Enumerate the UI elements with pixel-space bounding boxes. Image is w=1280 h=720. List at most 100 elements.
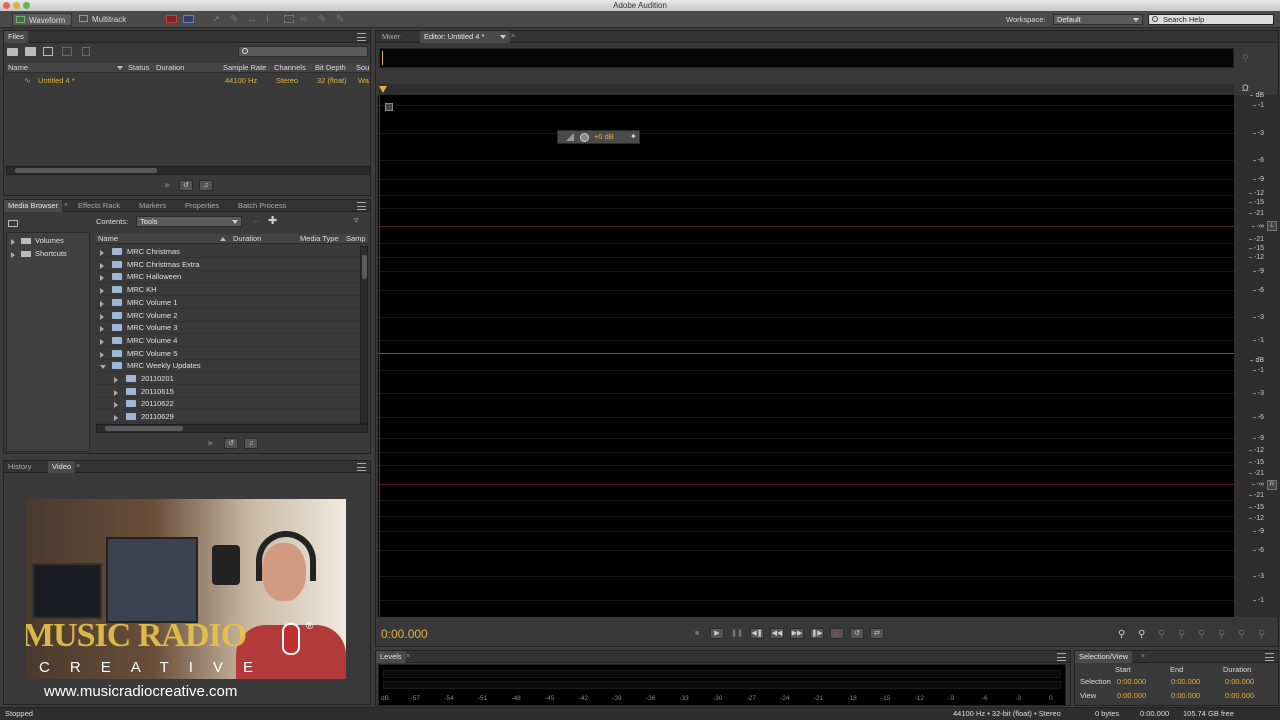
play-preview-button[interactable]: ▶: [161, 180, 175, 191]
folder-row[interactable]: MRC Volume 3: [96, 322, 360, 335]
folder-row[interactable]: 20110622: [96, 398, 360, 411]
current-time-display[interactable]: 0:00.000: [381, 627, 428, 641]
close-tab-icon[interactable]: ×: [511, 33, 515, 40]
selection-duration-field[interactable]: 0:00.000: [1225, 677, 1254, 686]
folder-row[interactable]: 20110615: [96, 386, 360, 398]
tab-selection-view[interactable]: Selection/View: [1075, 651, 1133, 663]
folder-row[interactable]: 20110629: [96, 411, 360, 424]
scroll-thumb[interactable]: [105, 426, 183, 431]
close-tab-icon[interactable]: ×: [1141, 653, 1145, 660]
column-media-type[interactable]: Media Type: [300, 234, 339, 243]
tab-files[interactable]: Files: [4, 31, 28, 43]
razor-tool-icon[interactable]: ✎: [230, 14, 238, 25]
chevron-down-icon[interactable]: [500, 35, 506, 39]
column-bit-depth[interactable]: Bit Depth: [315, 63, 346, 72]
close-tab-icon[interactable]: ×: [406, 653, 410, 660]
overview-bar[interactable]: [379, 48, 1234, 68]
view-duration-field[interactable]: 0:00.000: [1225, 691, 1254, 700]
tab-media-browser[interactable]: Media Browser: [4, 200, 63, 212]
shortcuts-toggle-icon[interactable]: [8, 220, 18, 227]
expand-arrow-icon[interactable]: [114, 389, 118, 396]
view-start-field[interactable]: 0:00.000: [1117, 691, 1146, 700]
column-sample-rate[interactable]: Samp: [346, 234, 366, 243]
tree-item-volumes[interactable]: Volumes: [7, 235, 91, 247]
folder-row[interactable]: MRC Halloween: [96, 271, 360, 284]
expand-arrow-icon[interactable]: [11, 239, 15, 245]
rewind-button[interactable]: ◀◀: [770, 628, 784, 639]
files-horizontal-scrollbar[interactable]: [6, 166, 370, 175]
move-tool-icon[interactable]: ➚: [212, 14, 220, 25]
folder-row[interactable]: MRC Christmas Extra: [96, 259, 360, 271]
zoom-out-time-icon[interactable]: ⚲: [1178, 629, 1185, 640]
workspace-select[interactable]: Default: [1053, 14, 1143, 25]
column-channels[interactable]: Channels: [274, 63, 306, 72]
waveform-display[interactable]: +0 dB ✦: [378, 95, 1234, 617]
expand-arrow-icon[interactable]: [100, 262, 104, 269]
expand-arrow-icon[interactable]: [11, 252, 15, 258]
play-button[interactable]: ▶: [710, 628, 724, 639]
go-to-end-button[interactable]: ❚▶: [810, 628, 824, 639]
back-arrow-icon[interactable]: ←: [252, 215, 261, 225]
contents-select[interactable]: Tools: [136, 216, 242, 227]
column-name[interactable]: Name: [98, 234, 118, 243]
tab-properties[interactable]: Properties: [181, 200, 223, 212]
loop-playback-button[interactable]: ↺: [850, 628, 864, 639]
column-name[interactable]: Name: [8, 63, 28, 72]
close-window-button[interactable]: [3, 2, 10, 9]
search-help-input[interactable]: Search Help: [1148, 14, 1274, 25]
channel-left-badge[interactable]: L: [1267, 221, 1277, 231]
column-sample-rate[interactable]: Sample Rate: [223, 63, 266, 72]
tab-batch-process[interactable]: Batch Process: [234, 200, 290, 212]
gain-hud[interactable]: +0 dB ✦: [557, 130, 640, 144]
play-preview-button[interactable]: ▶: [204, 438, 218, 449]
column-status[interactable]: Status: [128, 63, 149, 72]
channel-right-badge[interactable]: R: [1267, 480, 1277, 490]
delete-file-icon[interactable]: [82, 47, 90, 56]
loop-preview-button[interactable]: ↺: [224, 438, 238, 449]
panel-menu-icon[interactable]: [357, 33, 366, 41]
multitrack-view-button[interactable]: Multitrack: [76, 13, 134, 26]
gain-knob-icon[interactable]: [580, 133, 589, 142]
tab-history[interactable]: History: [4, 461, 35, 473]
autoplay-button[interactable]: ♫: [199, 180, 213, 191]
folder-row[interactable]: 20110201: [96, 373, 360, 385]
selection-start-field[interactable]: 0:00.000: [1117, 677, 1146, 686]
zoom-out-point-icon[interactable]: ⚲: [1238, 629, 1245, 640]
insert-into-multitrack-icon[interactable]: [43, 47, 53, 56]
time-selection-tool-icon[interactable]: I: [266, 14, 269, 25]
folder-row[interactable]: MRC Volume 1: [96, 297, 360, 309]
add-shortcut-icon[interactable]: ✚: [268, 214, 277, 227]
media-horizontal-scrollbar[interactable]: [96, 424, 368, 433]
fast-forward-button[interactable]: ▶▶: [790, 628, 804, 639]
spectral-pitch-icon[interactable]: [183, 15, 194, 23]
expand-arrow-icon[interactable]: [100, 288, 104, 295]
slip-tool-icon[interactable]: ↔: [247, 14, 257, 25]
playhead-marker-icon[interactable]: [379, 86, 387, 93]
close-tab-icon[interactable]: ×: [76, 463, 80, 470]
expand-arrow-icon[interactable]: [114, 377, 118, 383]
scroll-thumb[interactable]: [15, 168, 157, 173]
folder-row[interactable]: MRC Volume 5: [96, 348, 360, 360]
expand-arrow-icon[interactable]: [114, 402, 118, 409]
folder-row[interactable]: MRC Volume 2: [96, 310, 360, 322]
folder-row[interactable]: MRC Weekly Updates: [96, 360, 360, 373]
files-search-input[interactable]: [238, 46, 368, 57]
zoom-navigator-icon[interactable]: ⚲: [1242, 53, 1249, 64]
channel-divider[interactable]: [378, 353, 1234, 354]
save-file-icon[interactable]: [62, 47, 72, 56]
brush-tool-icon[interactable]: ✎: [318, 14, 326, 25]
marquee-tool-icon[interactable]: [284, 15, 294, 23]
zoom-window-button[interactable]: [23, 2, 30, 9]
expand-arrow-icon[interactable]: [100, 338, 104, 345]
zoom-out-amplitude-icon[interactable]: ⚲: [1138, 629, 1145, 640]
view-end-field[interactable]: 0:00.000: [1171, 691, 1200, 700]
panel-menu-icon[interactable]: [357, 463, 366, 471]
expand-arrow-icon[interactable]: [100, 300, 104, 307]
folder-row[interactable]: MRC Volume 4: [96, 335, 360, 347]
zoom-in-amplitude-icon[interactable]: ⚲: [1118, 629, 1125, 640]
zoom-out-full-icon[interactable]: ⚲: [1198, 629, 1205, 640]
spot-healing-tool-icon[interactable]: ✎: [336, 14, 344, 25]
tab-effects-rack[interactable]: Effects Rack: [74, 200, 124, 212]
tab-video[interactable]: Video: [48, 461, 76, 473]
minimize-window-button[interactable]: [13, 2, 20, 9]
